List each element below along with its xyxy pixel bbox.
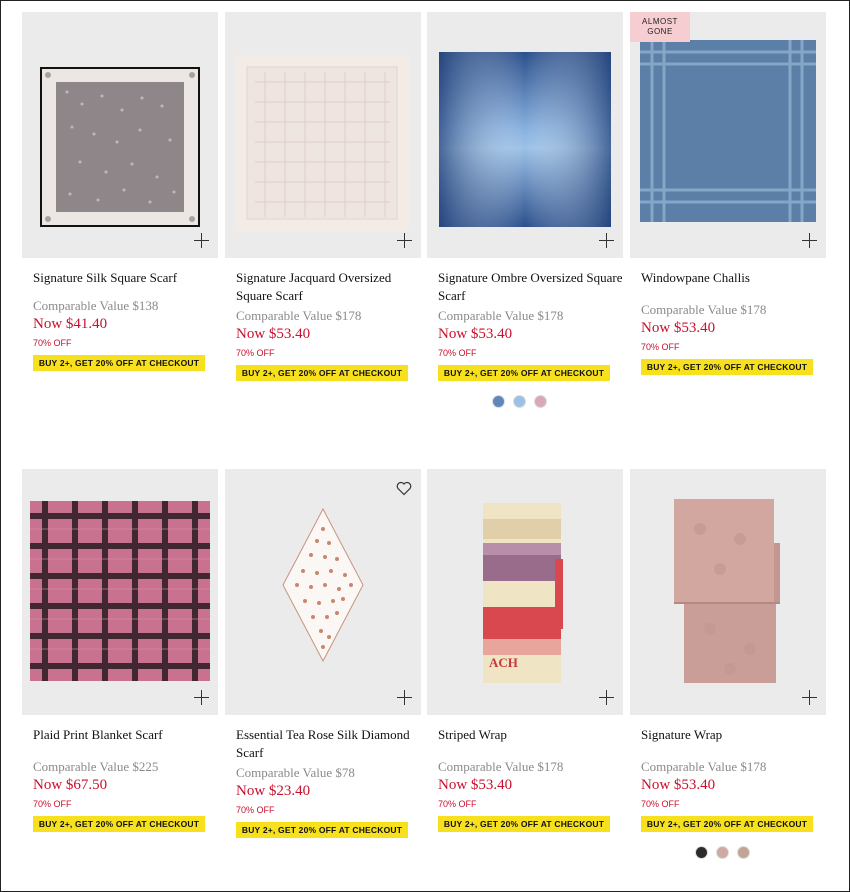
comparable-value: Comparable Value $138 [33, 298, 159, 313]
discount-label: 70% OFF [236, 348, 275, 358]
product-card[interactable]: ALMOST GONE Windowpane Challis Comparabl… [630, 12, 826, 375]
product-card[interactable]: ACH Striped Wrap Comparable Value $178 N… [427, 469, 623, 832]
product-image[interactable]: ACH [427, 469, 623, 715]
comparable-value: Comparable Value $225 [33, 759, 159, 774]
sale-price: Now $53.40 [641, 320, 716, 336]
promo-banner: BUY 2+, GET 20% OFF AT CHECKOUT [33, 816, 205, 832]
product-image[interactable] [630, 469, 826, 715]
color-swatch[interactable] [492, 395, 505, 408]
color-swatch[interactable] [716, 846, 729, 859]
discount-label: 70% OFF [641, 342, 680, 352]
discount-label: 70% OFF [33, 338, 72, 348]
promo-banner: BUY 2+, GET 20% OFF AT CHECKOUT [33, 355, 205, 371]
sale-price: Now $53.40 [438, 326, 513, 342]
scarf-image [674, 499, 780, 683]
add-plus-icon[interactable] [802, 233, 817, 248]
product-name[interactable]: Windowpane Challis [641, 269, 826, 287]
almost-gone-badge: ALMOST GONE [630, 12, 690, 42]
color-swatches [416, 395, 623, 413]
sale-price: Now $53.40 [641, 777, 716, 793]
product-card[interactable]: Essential Tea Rose Silk Diamond Scarf Co… [225, 469, 421, 838]
scarf-image [30, 501, 210, 681]
add-plus-icon[interactable] [397, 690, 412, 705]
product-image[interactable] [22, 469, 218, 715]
add-plus-icon[interactable] [599, 233, 614, 248]
comparable-value: Comparable Value $78 [236, 765, 355, 780]
promo-banner: BUY 2+, GET 20% OFF AT CHECKOUT [438, 816, 610, 832]
discount-label: 70% OFF [438, 348, 477, 358]
add-plus-icon[interactable] [397, 233, 412, 248]
promo-banner: BUY 2+, GET 20% OFF AT CHECKOUT [438, 365, 610, 381]
scarf-image [40, 67, 200, 227]
product-card[interactable]: Plaid Print Blanket Scarf Comparable Val… [22, 469, 218, 832]
scarf-image [640, 40, 816, 222]
product-image[interactable] [427, 12, 623, 258]
discount-label: 70% OFF [641, 799, 680, 809]
discount-label: 70% OFF [33, 799, 72, 809]
product-card[interactable]: Signature Ombre Oversized Square Scarf C… [427, 12, 623, 413]
color-swatch[interactable] [695, 846, 708, 859]
color-swatch[interactable] [534, 395, 547, 408]
add-plus-icon[interactable] [802, 690, 817, 705]
svg-text:ACH: ACH [489, 655, 518, 670]
product-card[interactable]: Signature Silk Square Scarf Comparable V… [22, 12, 218, 371]
sale-price: Now $67.50 [33, 777, 108, 793]
product-name[interactable]: Plaid Print Blanket Scarf [33, 726, 218, 744]
scarf-image [282, 507, 364, 663]
add-plus-icon[interactable] [194, 690, 209, 705]
wishlist-heart-icon[interactable] [396, 481, 412, 496]
product-name[interactable]: Signature Silk Square Scarf [33, 269, 218, 287]
add-plus-icon[interactable] [599, 690, 614, 705]
product-image[interactable] [22, 12, 218, 258]
product-image[interactable] [225, 12, 421, 258]
sale-price: Now $53.40 [438, 777, 513, 793]
sale-price: Now $23.40 [236, 783, 311, 799]
discount-label: 70% OFF [438, 799, 477, 809]
add-plus-icon[interactable] [194, 233, 209, 248]
promo-banner: BUY 2+, GET 20% OFF AT CHECKOUT [641, 359, 813, 375]
promo-banner: BUY 2+, GET 20% OFF AT CHECKOUT [236, 822, 408, 838]
sale-price: Now $53.40 [236, 326, 311, 342]
product-name[interactable]: Striped Wrap [438, 726, 623, 744]
product-name[interactable]: Signature Jacquard Oversized Square Scar… [236, 269, 421, 305]
comparable-value: Comparable Value $178 [438, 759, 564, 774]
product-card[interactable]: Signature Jacquard Oversized Square Scar… [225, 12, 421, 381]
product-name[interactable]: Essential Tea Rose Silk Diamond Scarf [236, 726, 421, 762]
color-swatches [619, 846, 826, 864]
comparable-value: Comparable Value $178 [641, 302, 767, 317]
promo-banner: BUY 2+, GET 20% OFF AT CHECKOUT [236, 365, 408, 381]
scarf-image [235, 55, 409, 231]
color-swatch[interactable] [737, 846, 750, 859]
promo-banner: BUY 2+, GET 20% OFF AT CHECKOUT [641, 816, 813, 832]
product-image[interactable] [225, 469, 421, 715]
sale-price: Now $41.40 [33, 316, 108, 332]
product-image[interactable]: ALMOST GONE [630, 12, 826, 258]
scarf-image: ACH [483, 503, 563, 683]
product-card[interactable]: Signature Wrap Comparable Value $178 Now… [630, 469, 826, 864]
comparable-value: Comparable Value $178 [236, 308, 362, 323]
color-swatch[interactable] [513, 395, 526, 408]
product-name[interactable]: Signature Ombre Oversized Square Scarf [438, 269, 623, 305]
discount-label: 70% OFF [236, 805, 275, 815]
product-name[interactable]: Signature Wrap [641, 726, 826, 744]
comparable-value: Comparable Value $178 [641, 759, 767, 774]
comparable-value: Comparable Value $178 [438, 308, 564, 323]
scarf-image [439, 52, 611, 227]
